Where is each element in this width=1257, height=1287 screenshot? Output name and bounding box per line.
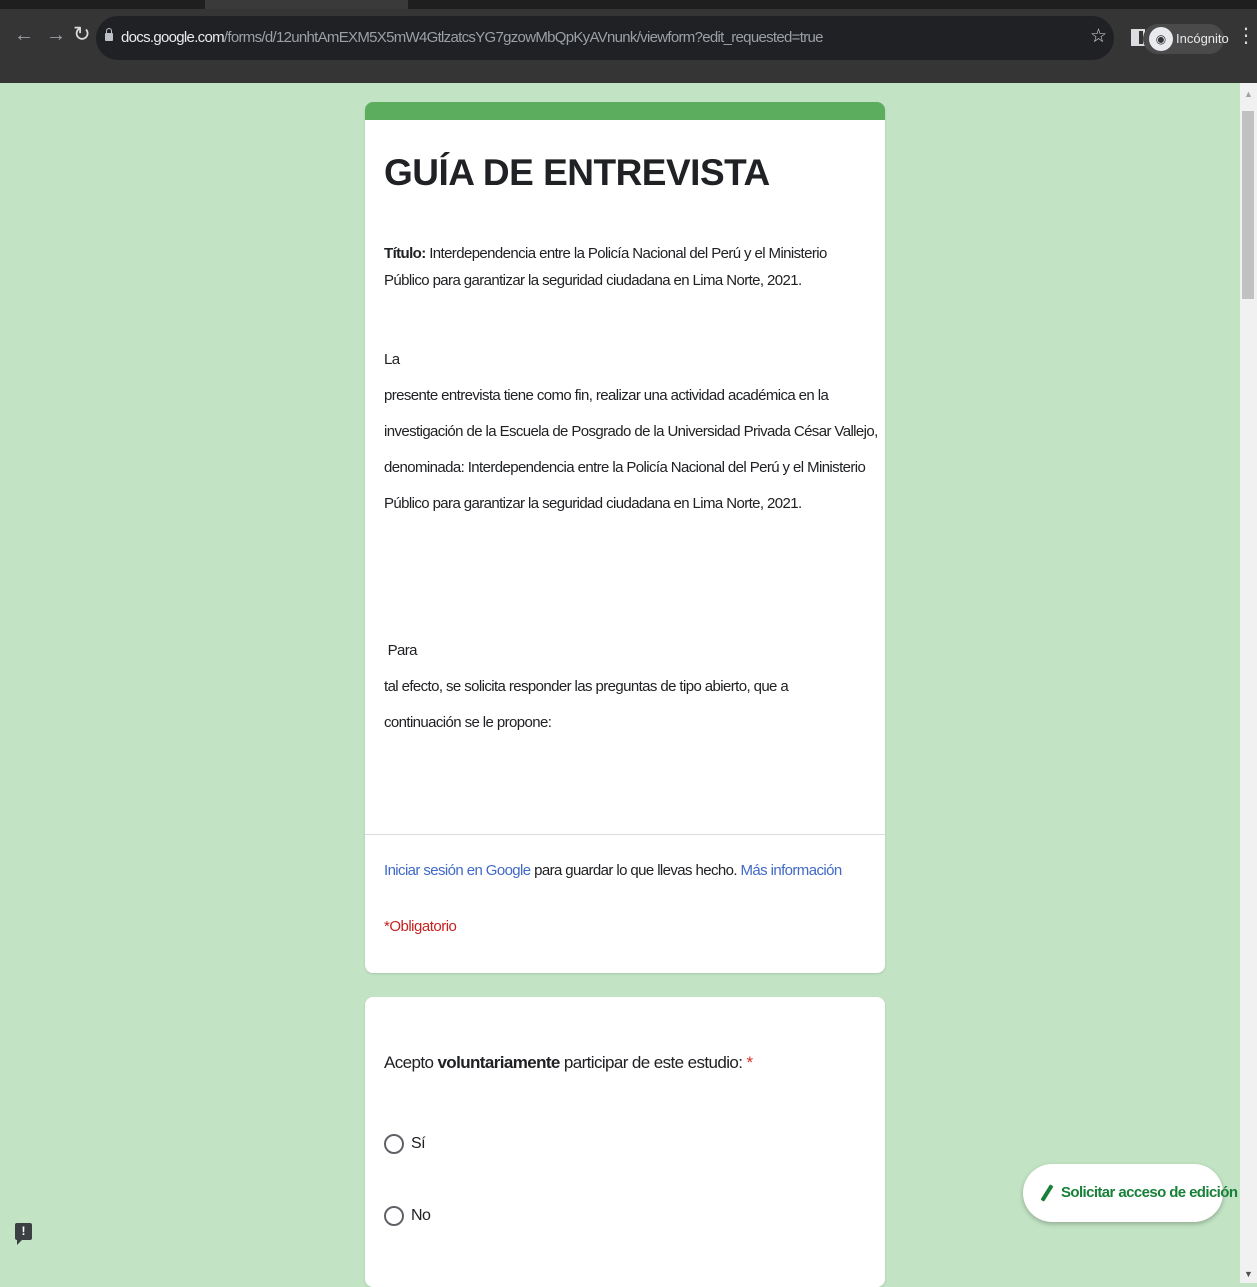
tab-strip (0, 0, 1257, 9)
para1-line-1: La (384, 351, 400, 368)
signin-notice: Iniciar sesión en Google para guardar lo… (384, 862, 842, 879)
profile-label: Incógnito (1176, 31, 1229, 46)
question-card (365, 997, 885, 1287)
para2-line-1: Para (384, 642, 418, 659)
signin-text: para guardar lo que llevas hecho. (530, 862, 741, 879)
form-title: GUÍA DE ENTREVISTA (384, 152, 770, 193)
scroll-up-icon[interactable]: ▲ (1244, 89, 1253, 99)
bookmark-star-icon[interactable]: ☆ (1090, 25, 1107, 48)
para1-line-5: Público para garantizar la seguridad ciu… (384, 495, 802, 512)
page-scrollbar[interactable]: ▲ ▼ (1240, 83, 1257, 1283)
title-line-2: Público para garantizar la seguridad ciu… (384, 272, 802, 289)
lock-icon[interactable] (105, 28, 113, 41)
title-label: Título: (384, 245, 426, 262)
question-text-pre: Acepto (384, 1053, 438, 1072)
signin-link[interactable]: Iniciar sesión en Google (384, 862, 531, 879)
more-info-link[interactable]: Más información (741, 862, 843, 879)
form-description-title: Título: Interdependencia entre la Policí… (384, 240, 827, 267)
forward-arrow-icon[interactable]: → (46, 24, 66, 47)
para1-line-2: presente entrevista tiene como fin, real… (384, 387, 829, 404)
title-line-1: Interdependencia entre la Policía Nacion… (425, 245, 827, 262)
form-header-card (365, 102, 885, 973)
scroll-thumb[interactable] (1242, 111, 1254, 299)
incognito-icon: ◉ (1149, 27, 1173, 51)
para2-line-2: tal efecto, se solicita responder las pr… (384, 678, 789, 695)
active-tab[interactable] (205, 0, 408, 9)
required-note: *Obligatorio (384, 918, 457, 935)
kebab-menu-icon[interactable]: ⋮ (1236, 23, 1256, 48)
para1-line-3: investigación de la Escuela de Posgrado … (384, 423, 878, 440)
url-text[interactable]: docs.google.com/forms/d/12unhtAmEXM5X5mW… (121, 29, 823, 46)
scroll-down-icon[interactable]: ▼ (1244, 1269, 1253, 1279)
report-issue-icon[interactable]: ! (15, 1223, 32, 1245)
para2-line-3: continuación se le propone: (384, 714, 552, 731)
option-label: No (411, 1207, 431, 1224)
url-path: /forms/d/12unhtAmEXM5X5mW4GtlzatcsYG7gzo… (223, 29, 824, 46)
question-label: Acepto voluntariamente participar de est… (384, 1053, 753, 1073)
request-edit-access-label: Solicitar acceso de edición (1061, 1184, 1238, 1201)
back-arrow-icon[interactable]: ← (14, 24, 34, 47)
form-accent-bar (365, 102, 885, 120)
url-host: docs.google.com (121, 29, 225, 46)
radio-button[interactable] (384, 1206, 404, 1226)
reload-icon[interactable]: ↻ (73, 22, 91, 47)
para1-line-4: denominada: Interdependencia entre la Po… (384, 459, 866, 476)
header-divider (365, 834, 885, 835)
question-text-bold: voluntariamente (437, 1053, 560, 1072)
option-label: Sí (411, 1135, 426, 1152)
question-text-post: participar de este estudio: (559, 1053, 747, 1072)
radio-button[interactable] (384, 1134, 404, 1154)
required-asterisk: * (746, 1053, 753, 1072)
